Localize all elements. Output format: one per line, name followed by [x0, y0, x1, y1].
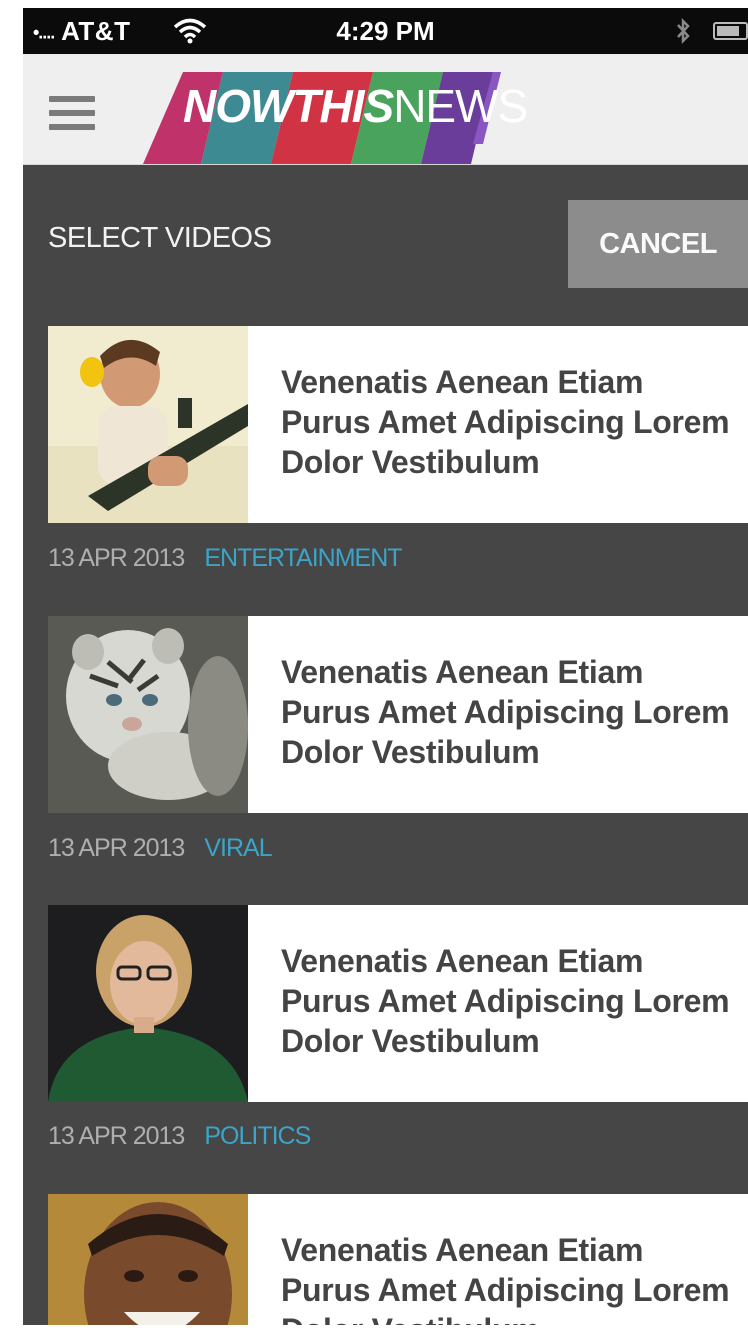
status-bar: •.... AT&T 4:29 PM: [23, 8, 748, 54]
video-category-link[interactable]: ENTERTAINMENT: [204, 544, 402, 572]
nowthis-news-logo: NOWTHISNEWS: [143, 54, 623, 164]
phone-screen: •.... AT&T 4:29 PM NOWTHISNEWS SELECT VI…: [23, 8, 748, 1325]
smiling-man-image: [48, 1194, 248, 1325]
white-tiger-cub-image: [48, 616, 248, 813]
video-card[interactable]: Venenatis Aenean Etiam Purus Amet Adipis…: [48, 1194, 748, 1325]
video-card[interactable]: Venenatis Aenean Etiam Purus Amet Adipis…: [48, 616, 748, 813]
logo-light-text: NEWS: [393, 80, 528, 132]
video-title: Venenatis Aenean Etiam Purus Amet Adipis…: [281, 364, 730, 480]
bluetooth-icon: [677, 17, 690, 45]
menu-bar: [49, 110, 95, 116]
video-title: Venenatis Aenean Etiam Purus Amet Adipis…: [281, 943, 730, 1059]
video-title: Venenatis Aenean Etiam Purus Amet Adipis…: [281, 654, 730, 770]
logo-bold-text: NOWTHIS: [183, 80, 394, 132]
menu-bar: [49, 96, 95, 102]
battery-icon: [713, 22, 748, 40]
video-meta: 13 APR 2013 ENTERTAINMENT: [48, 544, 403, 573]
cancel-button[interactable]: CANCEL: [568, 200, 748, 288]
woman-in-green-image: [48, 905, 248, 1102]
logo-text: NOWTHISNEWS: [183, 80, 528, 132]
video-meta: 13 APR 2013 VIRAL: [48, 834, 273, 863]
hamburger-menu-icon[interactable]: [49, 96, 95, 130]
man-with-rifle-image: [48, 326, 248, 523]
video-title: Venenatis Aenean Etiam Purus Amet Adipis…: [281, 1232, 730, 1325]
clock: 4:29 PM: [336, 16, 435, 46]
video-card[interactable]: Venenatis Aenean Etiam Purus Amet Adipis…: [48, 905, 748, 1102]
video-date: 13 APR 2013: [48, 834, 185, 862]
video-date: 13 APR 2013: [48, 1122, 185, 1150]
video-date: 13 APR 2013: [48, 544, 185, 572]
select-videos-label: SELECT VIDEOS: [48, 222, 272, 254]
video-category-link[interactable]: POLITICS: [204, 1122, 311, 1150]
video-category-link[interactable]: VIRAL: [204, 834, 272, 862]
menu-bar: [49, 124, 95, 130]
video-meta: 13 APR 2013 POLITICS: [48, 1122, 311, 1151]
video-card[interactable]: Venenatis Aenean Etiam Purus Amet Adipis…: [48, 326, 748, 523]
app-header: NOWTHISNEWS: [23, 54, 748, 165]
